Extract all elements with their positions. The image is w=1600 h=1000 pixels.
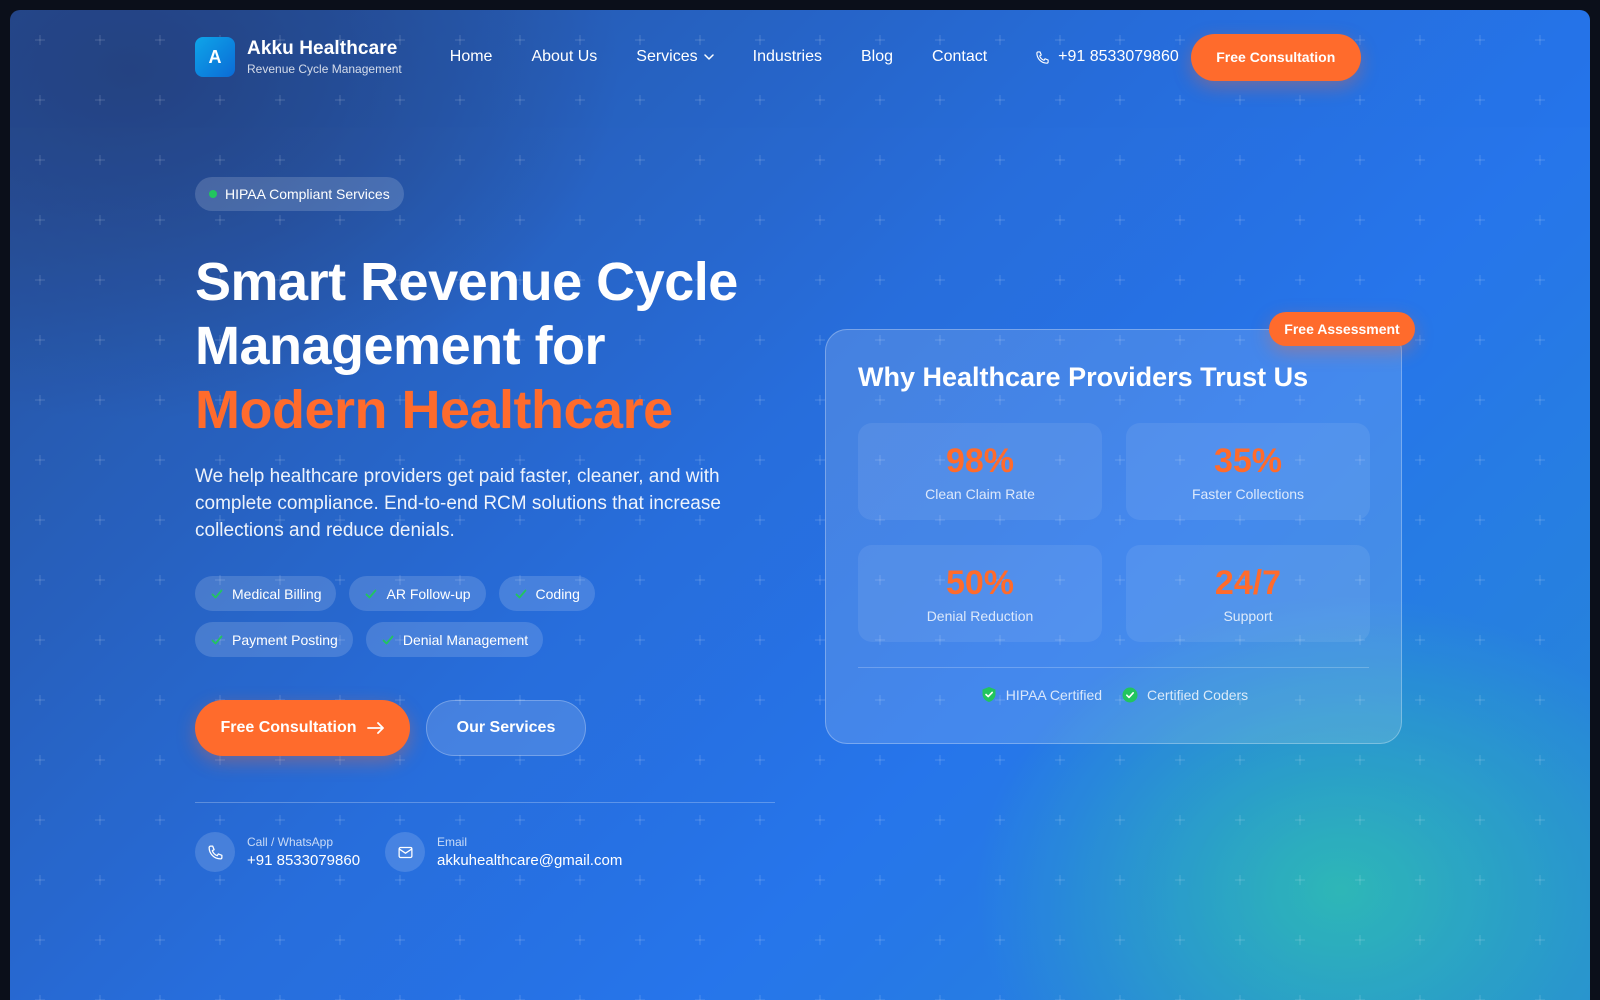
stat-faster-collections: 35% Faster Collections (1126, 423, 1370, 520)
stat-value: 24/7 (1214, 563, 1282, 602)
free-consultation-label: Free Consultation (220, 719, 357, 736)
contact-phone-value: +91 8533079860 (247, 852, 361, 869)
nav-item-home[interactable]: Home (450, 48, 493, 66)
nav-free-consultation-button[interactable]: Free Consultation (1190, 33, 1361, 81)
nav-item-industries[interactable]: Industries (753, 48, 822, 66)
free-consultation-button[interactable]: Free Consultation (195, 700, 410, 756)
shield-check-icon (982, 687, 996, 702)
brand-tagline: Revenue Cycle Management (247, 62, 402, 76)
stat-label: Faster Collections (1191, 485, 1305, 502)
cert-coders: Certified Coders (1122, 686, 1248, 703)
trust-card-title: Why Healthcare Providers Trust Us (858, 362, 1309, 392)
stat-label: Support (1223, 607, 1273, 624)
top-nav: A Akku Healthcare Revenue Cycle Manageme… (195, 32, 1385, 82)
stat-label: Clean Claim Rate (925, 485, 1035, 502)
chevron-down-icon (703, 54, 714, 60)
mail-icon (397, 846, 413, 858)
main-menu: Home About Us Services Industries Blog C… (450, 48, 987, 66)
card-divider (858, 667, 1369, 668)
chip-label: Payment Posting (232, 631, 338, 648)
nav-item-blog[interactable]: Blog (861, 48, 893, 66)
check-icon (211, 635, 223, 644)
chip-label: Denial Management (402, 631, 529, 648)
free-assessment-tag[interactable]: Free Assessment (1269, 312, 1415, 346)
check-icon (382, 635, 394, 644)
hero-actions: Free Consultation Our Services (195, 700, 586, 756)
stat-support: 24/7 Support (1126, 545, 1370, 642)
stat-value: 50% (945, 563, 1015, 602)
nav-phone-number: +91 8533079860 (1058, 48, 1179, 65)
status-dot-icon (209, 190, 217, 198)
badge-label: HIPAA Compliant Services (225, 186, 390, 202)
contact-email[interactable]: Email akkuhealthcare@gmail.com (385, 832, 622, 872)
chip-ar-follow-up: AR Follow-up (349, 576, 486, 611)
chip-payment-posting: Payment Posting (195, 622, 353, 657)
chip-coding: Coding (498, 576, 595, 611)
check-circle-icon (1122, 687, 1138, 702)
check-icon (515, 589, 526, 598)
chip-label: Coding (535, 585, 580, 602)
cert-label: HIPAA Certified (1005, 686, 1103, 703)
contact-email-label: Email (437, 835, 468, 849)
page-frame: A Akku Healthcare Revenue Cycle Manageme… (10, 10, 1590, 1000)
hero-headline: Smart Revenue Cycle Management for Moder… (195, 250, 815, 442)
chip-medical-billing: Medical Billing (195, 576, 337, 611)
brand-name: Akku Healthcare (247, 38, 398, 59)
stat-value: 35% (1213, 441, 1283, 480)
headline-line-1: Smart Revenue Cycle (195, 252, 738, 312)
chip-denial-management: Denial Management (365, 622, 544, 657)
contact-phone-label: Call / WhatsApp (247, 835, 334, 849)
stat-denial-reduction: 50% Denial Reduction (858, 545, 1102, 642)
phone-icon-wrap (195, 832, 235, 872)
nav-item-contact[interactable]: Contact (932, 48, 987, 66)
nav-phone[interactable]: +91 8533079860 (1035, 48, 1179, 66)
chip-label: Medical Billing (232, 585, 322, 602)
headline-line-2: Management for (195, 316, 606, 376)
stat-value: 98% (945, 441, 1015, 480)
contact-email-value: akkuhealthcare@gmail.com (437, 852, 623, 869)
hero-description: We help healthcare providers get paid fa… (195, 466, 721, 541)
check-icon (366, 589, 377, 598)
phone-icon (1036, 50, 1049, 64)
service-chips: Medical Billing AR Follow-up Coding Paym… (195, 576, 675, 657)
phone-icon (207, 844, 223, 860)
brand[interactable]: Akku Healthcare Revenue Cycle Management (247, 38, 402, 76)
mail-icon-wrap (385, 832, 425, 872)
chip-label: AR Follow-up (386, 585, 471, 602)
check-icon (211, 589, 223, 598)
our-services-button[interactable]: Our Services (426, 700, 586, 756)
cert-hipaa: HIPAA Certified (981, 686, 1102, 703)
contact-phone[interactable]: Call / WhatsApp +91 8533079860 (195, 832, 360, 872)
nav-item-services-label: Services (636, 48, 698, 65)
arrow-right-icon (366, 722, 384, 734)
certifications: HIPAA Certified Certified Coders (826, 686, 1403, 703)
cert-label: Certified Coders (1147, 686, 1249, 703)
hero-divider (195, 802, 775, 803)
stat-label: Denial Reduction (926, 607, 1034, 624)
nav-item-about[interactable]: About Us (531, 48, 597, 66)
headline-accent: Modern Healthcare (195, 380, 673, 440)
trust-card: Why Healthcare Providers Trust Us 98% Cl… (825, 329, 1402, 744)
logo[interactable]: A (195, 37, 235, 77)
nav-item-services[interactable]: Services (636, 48, 714, 66)
stat-clean-claim-rate: 98% Clean Claim Rate (858, 423, 1102, 520)
hipaa-badge: HIPAA Compliant Services (195, 177, 404, 211)
